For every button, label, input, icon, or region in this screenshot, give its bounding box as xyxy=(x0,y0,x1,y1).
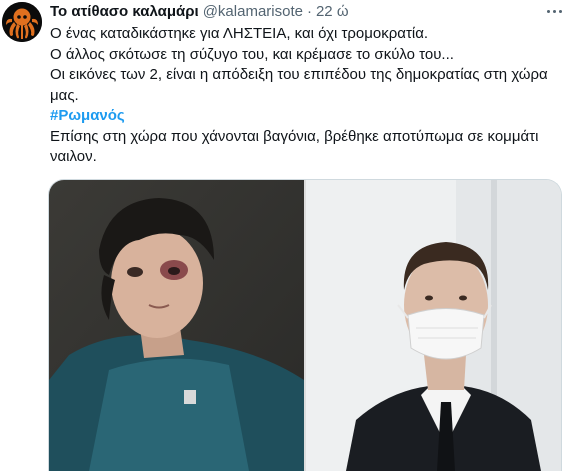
photo-right[interactable] xyxy=(306,180,561,471)
hashtag-link[interactable]: #Ρωμανός xyxy=(50,106,555,127)
photo-left[interactable] xyxy=(49,180,304,471)
tweet-text-line: Ο άλλος σκότωσε τη σύζυγο του, και κρέμα… xyxy=(50,45,454,63)
tweet-text: Ο ένας καταδικάστηκε για ΛΗΣΤΕΙΑ, και όχ… xyxy=(50,24,555,168)
user-handle[interactable]: @kalamarisote xyxy=(203,3,303,20)
tweet-text-line: μας. xyxy=(50,86,79,104)
tweet[interactable]: Το ατίθασο καλαμάρι @kalamarisote · 22 ώ… xyxy=(0,0,570,471)
tweet-text-line: Επίσης στη χώρα που χάνονται βαγόνια, βρ… xyxy=(50,127,539,145)
more-options-icon[interactable] xyxy=(542,1,566,21)
tweet-text-line: Ο ένας καταδικάστηκε για ΛΗΣΤΕΙΑ, και όχ… xyxy=(50,25,429,42)
tweet-text-line: Οι εικόνες των 2, είναι η απόδειξη του ε… xyxy=(50,66,548,83)
tweet-text-line: ναιλον. xyxy=(50,148,97,165)
kraken-avatar-icon[interactable] xyxy=(2,2,42,42)
media-grid xyxy=(48,179,562,471)
tweet-header: Το ατίθασο καλαμάρι @kalamarisote · 22 ώ xyxy=(50,3,540,23)
separator-dot: · xyxy=(306,3,312,20)
timestamp[interactable]: 22 ώ xyxy=(316,3,349,20)
display-name[interactable]: Το ατίθασο καλαμάρι xyxy=(50,3,199,20)
